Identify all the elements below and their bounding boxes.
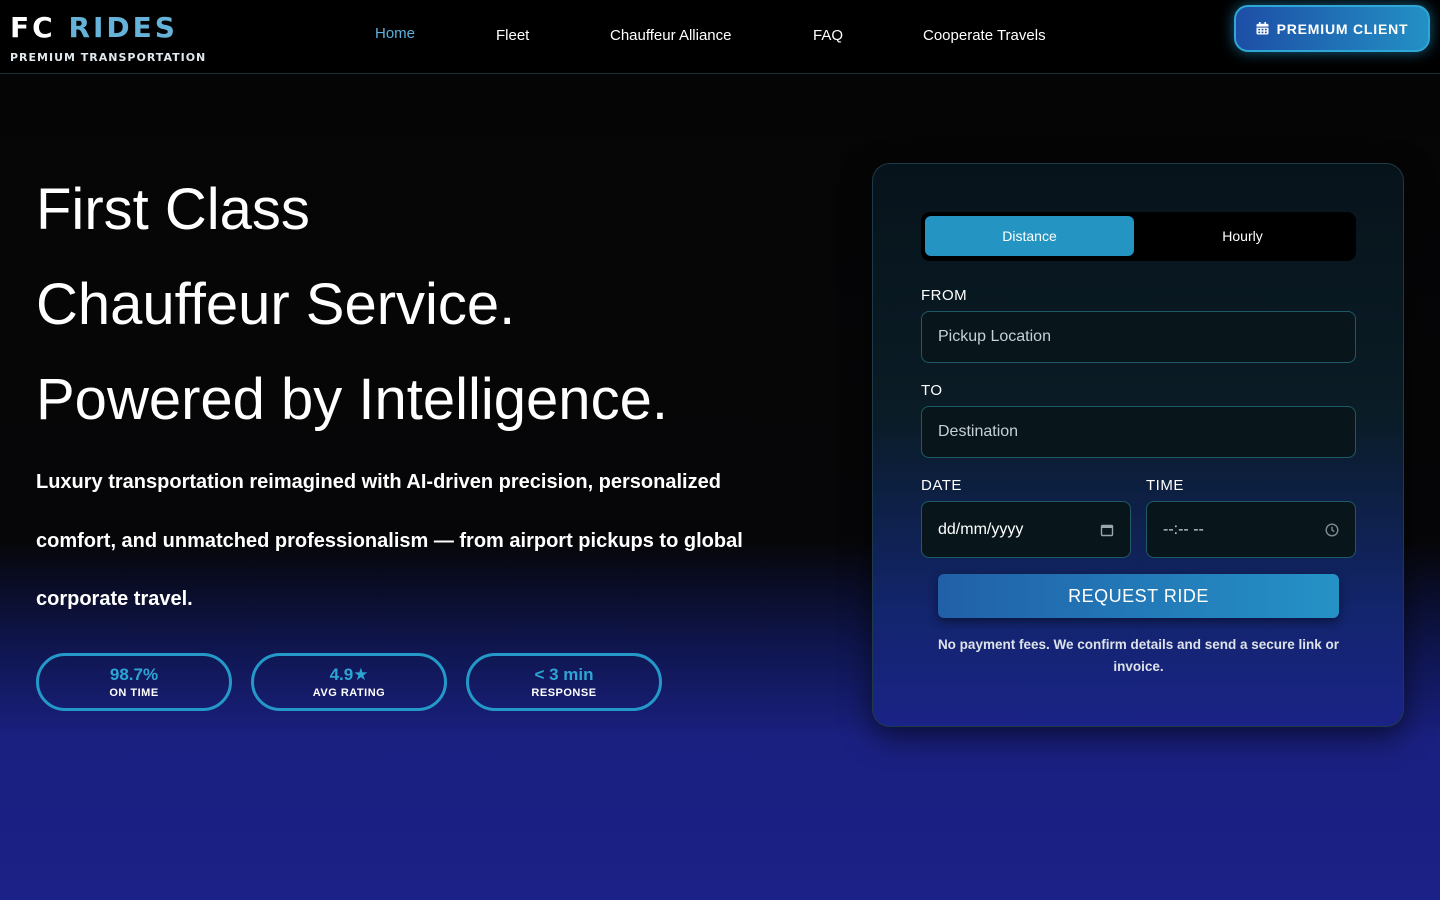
from-field[interactable] xyxy=(921,311,1356,363)
date-label: DATE xyxy=(921,477,962,494)
request-ride-button[interactable]: REQUEST RIDE xyxy=(938,574,1339,618)
nav-link-chauffeur-alliance[interactable]: Chauffeur Alliance xyxy=(610,27,731,44)
pickup-location-input[interactable] xyxy=(938,328,1355,346)
nav-link-cooperate-travels[interactable]: Cooperate Travels xyxy=(923,27,1046,44)
stat-on-time: 98.7% ON TIME xyxy=(36,653,232,711)
brand-logo[interactable]: FC RIDES PREMIUM TRANSPORTATION xyxy=(10,12,207,65)
stat-response: < 3 min RESPONSE xyxy=(466,653,662,711)
to-field[interactable] xyxy=(921,406,1356,458)
brand-title-accent: RIDES xyxy=(68,11,178,44)
destination-input[interactable] xyxy=(938,423,1355,441)
clock-icon[interactable] xyxy=(1325,522,1339,537)
booking-type-tabs: Distance Hourly xyxy=(921,212,1356,261)
stat-label: ON TIME xyxy=(109,687,159,699)
date-field[interactable]: dd/mm/yyyy xyxy=(921,501,1131,558)
hero-heading-line-2: Chauffeur Service. xyxy=(36,272,516,337)
brand-title: FC RIDES xyxy=(10,12,206,44)
stat-label: RESPONSE xyxy=(531,687,597,699)
time-field[interactable]: --:-- -- xyxy=(1146,501,1356,558)
premium-client-label: PREMIUM CLIENT xyxy=(1276,20,1409,37)
date-value: dd/mm/yyyy xyxy=(938,520,1024,538)
premium-client-button[interactable]: PREMIUM CLIENT xyxy=(1234,5,1430,52)
booking-note: No payment fees. We confirm details and … xyxy=(937,637,1340,674)
booking-card: Distance Hourly FROM TO DATE dd/mm/yyyy … xyxy=(872,163,1404,727)
hero-heading-line-1: First Class xyxy=(36,177,310,242)
hero-heading: First Class Chauffeur Service. Powered b… xyxy=(36,162,668,447)
time-label: TIME xyxy=(1146,477,1184,494)
nav-link-faq[interactable]: FAQ xyxy=(813,27,843,44)
stat-value: 4.9★ xyxy=(329,665,369,684)
page: FC RIDES PREMIUM TRANSPORTATION Home Fle… xyxy=(0,0,1440,900)
time-value: --:-- -- xyxy=(1163,520,1204,538)
to-label: TO xyxy=(921,382,943,399)
stat-value: < 3 min xyxy=(534,665,594,684)
stat-value: 98.7% xyxy=(109,665,159,684)
tab-distance[interactable]: Distance xyxy=(925,216,1134,256)
nav-link-home[interactable]: Home xyxy=(375,25,415,42)
hero-subtitle: Luxury transportation reimagined with AI… xyxy=(36,471,743,610)
navbar: FC RIDES PREMIUM TRANSPORTATION Home Fle… xyxy=(0,0,1440,74)
from-label: FROM xyxy=(921,287,968,304)
stat-avg-rating: 4.9★ AVG RATING xyxy=(251,653,447,711)
calendar-icon[interactable] xyxy=(1100,523,1114,537)
tab-hourly[interactable]: Hourly xyxy=(1138,216,1347,256)
nav-link-fleet[interactable]: Fleet xyxy=(496,27,529,44)
brand-title-main: FC xyxy=(10,11,56,44)
brand-subtitle: PREMIUM TRANSPORTATION xyxy=(10,51,207,64)
stat-label: AVG RATING xyxy=(312,687,386,699)
calendar-icon xyxy=(1256,22,1269,35)
hero-heading-line-3: Powered by Intelligence. xyxy=(36,367,668,432)
